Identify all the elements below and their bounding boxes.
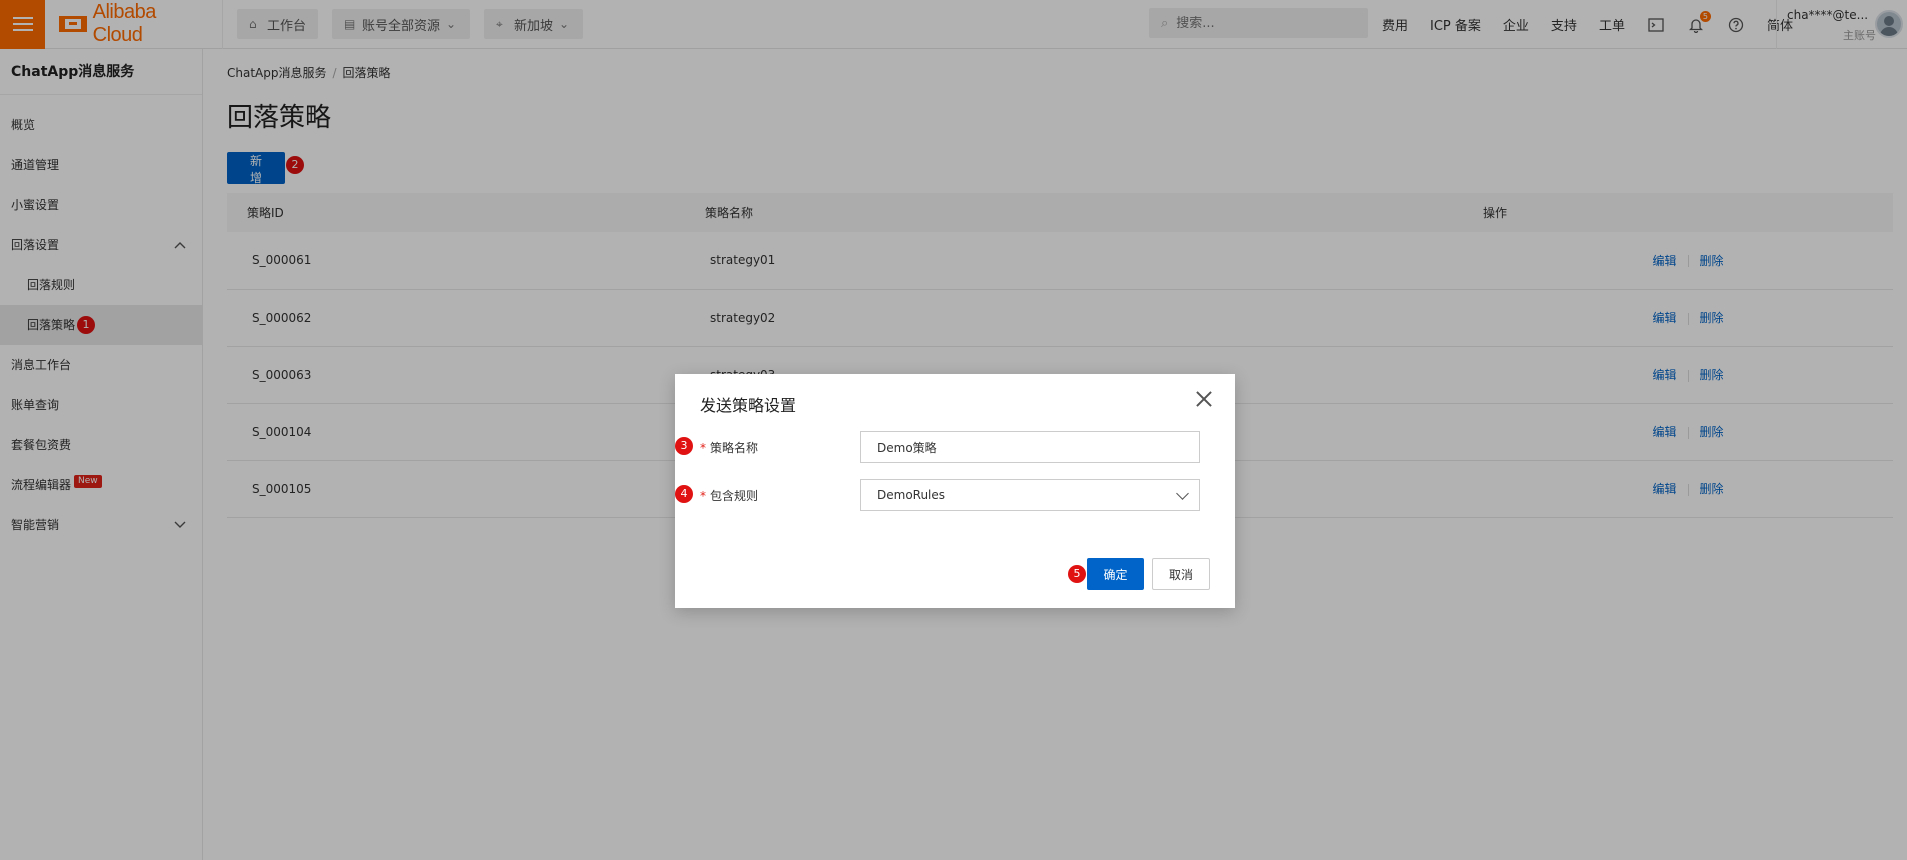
strategy-name-input[interactable] [860, 431, 1200, 463]
strategy-settings-dialog: 发送策略设置 3 * 策略名称 4 * 包含规则 DemoRules 5 确定 取消 [675, 374, 1235, 608]
form-row-included-rules: 4 * 包含规则 DemoRules [675, 479, 1235, 511]
close-icon[interactable] [1193, 388, 1215, 410]
cancel-button[interactable]: 取消 [1152, 558, 1210, 590]
step-marker-5: 5 [1068, 565, 1086, 583]
form-row-strategy-name: 3 * 策略名称 [675, 431, 1235, 463]
label-text: 策略名称 [710, 441, 759, 455]
step-marker-3: 3 [675, 437, 693, 455]
step-marker-4: 4 [675, 485, 693, 503]
required-mark: * [700, 489, 706, 503]
included-rules-label: * 包含规则 [700, 487, 758, 504]
chevron-down-icon [1176, 487, 1189, 500]
label-text: 包含规则 [710, 489, 759, 503]
selected-value: DemoRules [877, 488, 946, 502]
confirm-button[interactable]: 确定 [1087, 558, 1144, 590]
included-rules-select[interactable]: DemoRules [860, 479, 1200, 511]
dialog-title: 发送策略设置 [700, 396, 797, 415]
required-mark: * [700, 441, 706, 455]
strategy-name-label: * 策略名称 [700, 439, 758, 456]
